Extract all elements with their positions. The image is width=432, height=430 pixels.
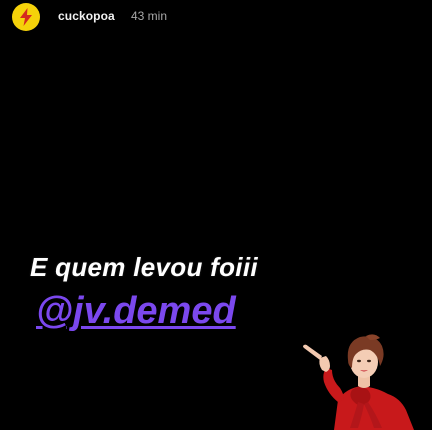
caption-text: E quem levou foiii	[30, 252, 258, 282]
story-header: cuckopoa 43 min	[0, 0, 432, 34]
story-timestamp: 43 min	[131, 9, 168, 23]
pointing-woman-sticker	[303, 334, 414, 430]
mention-link[interactable]: @jv.demed	[36, 290, 236, 333]
avatar[interactable]	[12, 3, 40, 31]
story-view[interactable]: cuckopoa 43 min E quem levou foiii @jv.d…	[0, 0, 432, 430]
lightning-bolt-icon	[20, 8, 32, 26]
story-username[interactable]: cuckopoa	[58, 9, 115, 23]
